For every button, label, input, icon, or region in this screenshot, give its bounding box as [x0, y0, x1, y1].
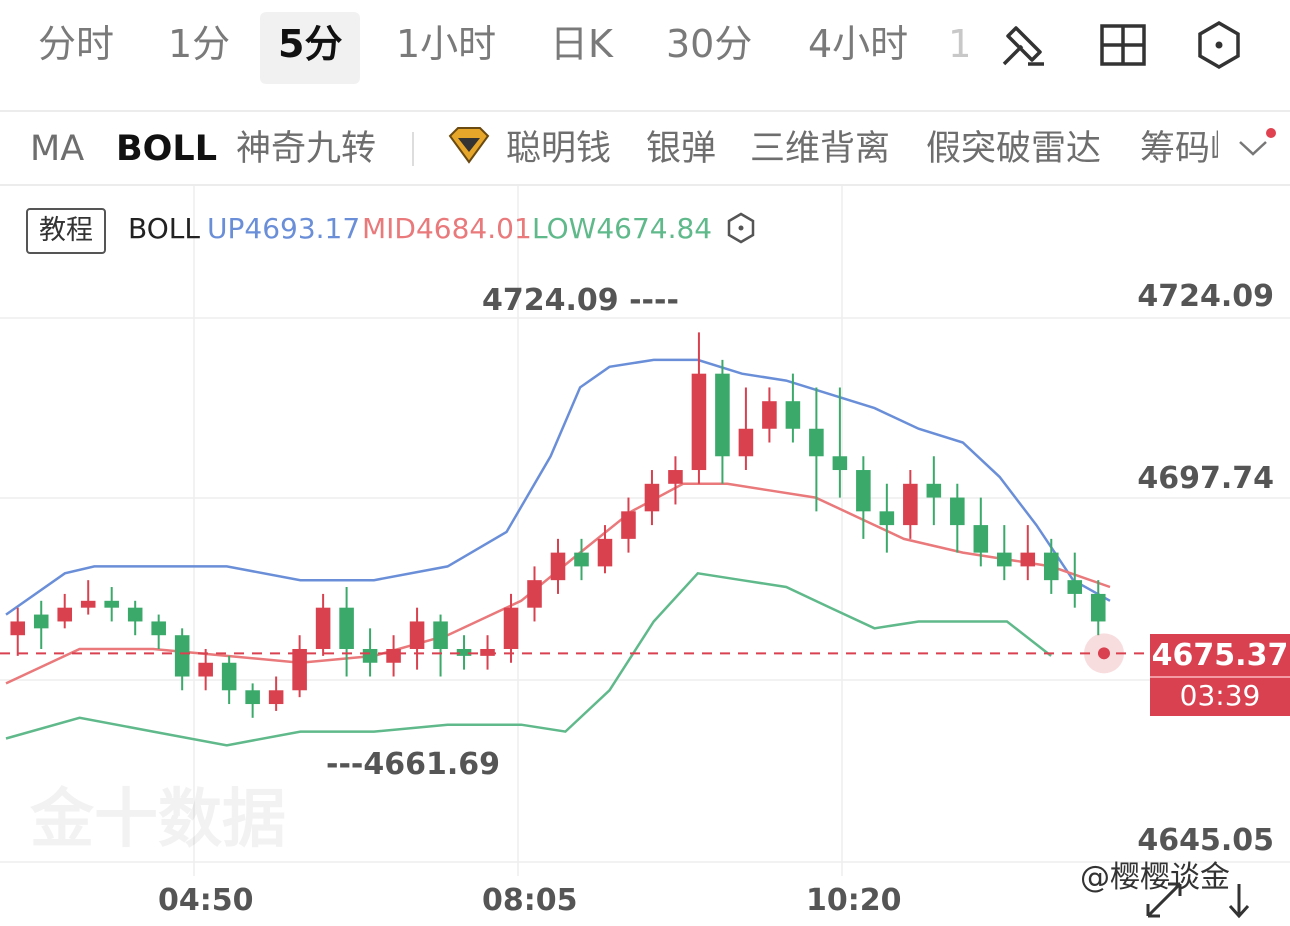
candle-up [10, 621, 26, 636]
candle-down [221, 662, 237, 691]
indicator-magic-nine[interactable]: 神奇九转 [236, 126, 376, 172]
candle-down [574, 552, 589, 567]
candle-down [1043, 552, 1059, 581]
tab-1hour[interactable]: 1小时 [378, 12, 514, 84]
current-price-dot [1098, 647, 1110, 660]
draw-icon[interactable] [998, 20, 1048, 70]
candle-down [151, 621, 166, 636]
candle-up [268, 690, 284, 705]
candle-up [738, 428, 754, 457]
tab-clipped[interactable]: 1 [948, 12, 968, 84]
candle-down [809, 428, 824, 457]
tab-4hour[interactable]: 4小时 [790, 12, 926, 84]
tab-fenshi[interactable]: 分时 [20, 12, 132, 84]
candle-down [950, 497, 965, 526]
expand-icon[interactable] [1144, 880, 1184, 920]
tab-30min[interactable]: 30分 [648, 12, 770, 84]
candle-down [245, 690, 260, 705]
candle-down [174, 635, 190, 677]
candle-up [198, 662, 213, 677]
candle-up [57, 607, 73, 622]
candle-down [832, 456, 848, 471]
arrow-down-icon[interactable] [1224, 880, 1254, 920]
chevron-down-icon[interactable] [1236, 136, 1270, 160]
indicator-smart-money[interactable]: 聪明钱 [506, 126, 611, 172]
candle-up [691, 373, 707, 471]
tab-daily[interactable]: 日K [532, 12, 631, 84]
notification-dot [1266, 128, 1276, 138]
candle-up [386, 648, 401, 663]
candle-up [527, 580, 542, 608]
candle-down [104, 600, 119, 608]
candle-down [856, 470, 871, 512]
candle-up [315, 607, 331, 649]
candle-down [339, 607, 354, 649]
y-axis-label: 4724.09 [1137, 279, 1274, 314]
high-annotation-value: 4724.09 [482, 283, 619, 318]
low-annotation-value: 4661.69 [363, 747, 500, 782]
candle-down [33, 614, 49, 629]
boll-legend-low: LOW4674.84 [532, 212, 713, 245]
candle-up [1020, 552, 1036, 567]
settings-hex-icon[interactable] [1194, 20, 1244, 70]
candle-down [433, 621, 448, 649]
indicator-chip-peak[interactable]: 筹码峰 [1140, 126, 1218, 172]
candle-down [715, 373, 730, 457]
indicator-silver-bullet[interactable]: 银弹 [646, 126, 716, 172]
candle-down [127, 607, 143, 622]
x-axis-label: 10:20 [806, 883, 902, 918]
candle-down [926, 483, 942, 498]
candle-up [903, 483, 918, 526]
x-axis-label: 04:50 [158, 883, 254, 918]
boll-legend-mid: MID4684.01 [362, 212, 532, 245]
countdown: 03:39 [1150, 676, 1290, 714]
candle-up [668, 470, 683, 484]
candle-down [362, 648, 378, 663]
boll-legend-up: UP4693.17 [207, 212, 361, 245]
current-price-box: 4675.37 03:39 [1150, 634, 1290, 716]
indicator-ma[interactable]: MA [30, 126, 84, 172]
high-annotation: 4724.09 ---- [482, 283, 679, 318]
candle-up [503, 607, 519, 649]
indicator-false-breakout[interactable]: 假突破雷达 [926, 126, 1101, 172]
low-annotation: ---4661.69 [326, 747, 500, 782]
legend-settings-icon[interactable] [726, 212, 756, 244]
candle-up [550, 552, 566, 581]
candle-up [80, 600, 96, 608]
watermark: 金十数据 [30, 783, 286, 857]
candle-down [1067, 580, 1083, 594]
timeframe-tab-bar: 分时 1分 5分 1小时 日K 30分 4小时 1 [0, 0, 1290, 112]
indicator-3d-divergence[interactable]: 三维背离 [750, 126, 890, 172]
tab-5min[interactable]: 5分 [260, 12, 361, 84]
candle-up [644, 483, 660, 512]
boll-legend-name: BOLL [128, 212, 200, 245]
current-price: 4675.37 [1151, 638, 1289, 673]
candle-up [597, 538, 613, 567]
y-axis-label: 4697.74 [1137, 461, 1274, 496]
candle-down [997, 552, 1012, 567]
layout-grid-icon[interactable] [1098, 20, 1148, 70]
candle-down [879, 511, 895, 526]
diamond-icon [448, 127, 490, 164]
x-axis-label: 08:05 [482, 883, 578, 918]
tutorial-button[interactable]: 教程 [26, 208, 106, 254]
candle-down [785, 401, 801, 429]
candle-up [762, 401, 777, 429]
candle-down [1090, 593, 1106, 622]
indicator-bar: MA BOLL 神奇九转 聪明钱 银弹 三维背离 假突破雷达 筹码峰 [0, 112, 1290, 186]
candle-up [409, 621, 425, 649]
candle-down [973, 525, 989, 553]
candle-up [621, 511, 636, 539]
divider [412, 132, 414, 166]
candle-up [292, 648, 307, 691]
tab-1min[interactable]: 1分 [150, 12, 248, 84]
indicator-boll[interactable]: BOLL [116, 126, 217, 172]
